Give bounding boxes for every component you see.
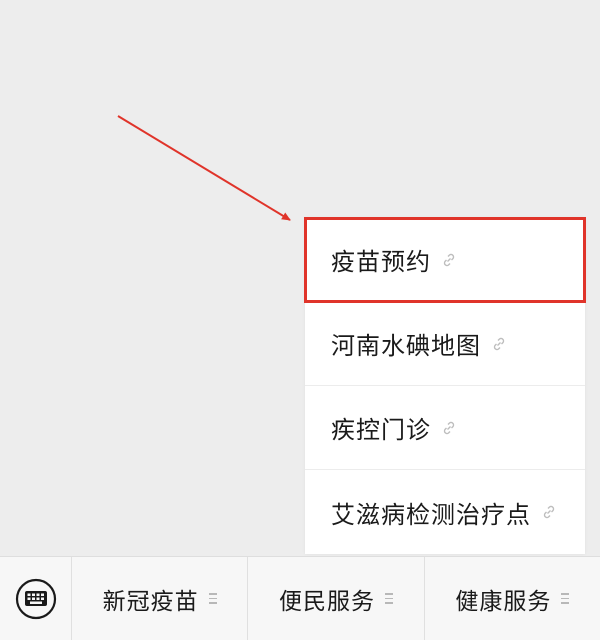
arrow-line: [117, 115, 291, 221]
submenu-item-cdc-clinic[interactable]: 疾控门诊: [305, 386, 585, 470]
keyboard-icon: [15, 578, 56, 619]
submenu-item-label: 艾滋病检测治疗点: [331, 500, 531, 529]
tab-covid-vaccine[interactable]: 新冠疫苗: [72, 557, 249, 640]
menu-lines-icon: [208, 592, 217, 606]
submenu-popup: 疫苗预约 河南水碘地图 疾控门诊 艾滋病检测治疗点: [304, 217, 586, 554]
tab-health-services[interactable]: 健康服务: [425, 557, 600, 640]
menu-lines-icon: [384, 592, 393, 606]
submenu-item-henan-iodine-map[interactable]: 河南水碘地图: [305, 302, 585, 386]
bottom-menu-bar: 新冠疫苗 便民服务 健康服务: [0, 556, 600, 640]
submenu-item-label: 疾控门诊: [331, 416, 431, 444]
tab-label: 便民服务: [278, 588, 375, 615]
submenu-item-aids-test-points[interactable]: 艾滋病检测治疗点: [305, 470, 585, 554]
menu-lines-icon: [561, 592, 570, 606]
link-icon: [491, 336, 507, 352]
tab-public-services[interactable]: 便民服务: [248, 557, 425, 640]
keyboard-toggle-button[interactable]: [0, 557, 72, 640]
link-icon: [441, 420, 457, 436]
submenu-item-label: 疫苗预约: [331, 248, 431, 276]
submenu-item-vaccine-appointment[interactable]: 疫苗预约: [304, 217, 586, 303]
tab-label: 新冠疫苗: [102, 588, 199, 615]
link-icon: [441, 252, 457, 268]
submenu-item-label: 河南水碘地图: [331, 332, 481, 360]
link-icon: [541, 504, 557, 520]
tab-label: 健康服务: [455, 588, 552, 615]
